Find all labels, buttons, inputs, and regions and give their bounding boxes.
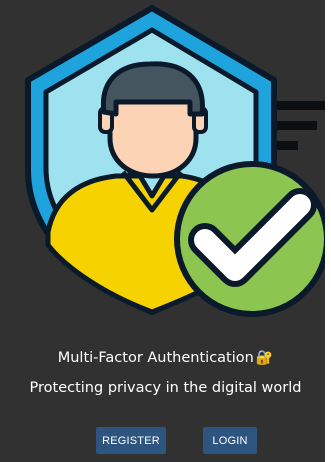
user-shield-verified-icon: [25, 5, 325, 317]
verified-check-icon: [174, 161, 325, 317]
lock-icon: 🔐: [255, 350, 274, 366]
auth-panel: Multi-Factor Authentication 🔐 Protecting …: [0, 0, 325, 462]
app-screen: Multi-Factor Authentication 🔐 Protecting …: [0, 0, 331, 462]
register-button[interactable]: REGISTER: [96, 427, 166, 454]
page-subtitle: Protecting privacy in the digital world: [29, 380, 302, 396]
login-button[interactable]: LOGIN: [203, 427, 257, 454]
title-text: Multi-Factor Authentication: [57, 350, 254, 366]
motion-lines: [274, 101, 325, 150]
page-title: Multi-Factor Authentication 🔐: [0, 350, 325, 366]
